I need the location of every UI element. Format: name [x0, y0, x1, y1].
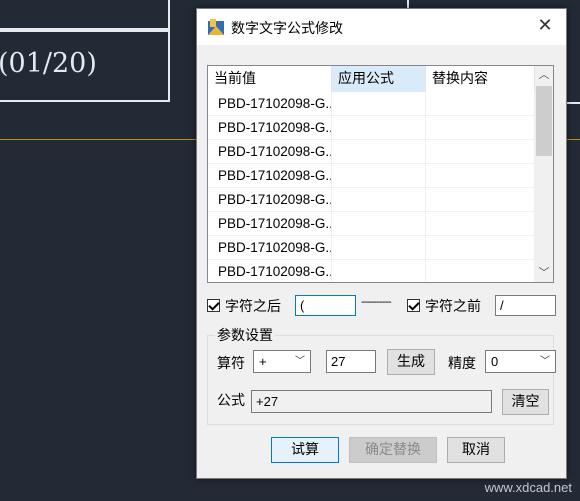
column-apply-formula[interactable]: 应用公式 — [332, 66, 426, 92]
table-row[interactable]: PBD-17102098-G... — [208, 260, 535, 282]
before-char-checkbox[interactable] — [407, 299, 420, 312]
cell-current: PBD-17102098-G... — [208, 260, 332, 282]
clear-button[interactable]: 清空 — [502, 389, 549, 415]
cell-current: PBD-17102098-G... — [208, 188, 332, 211]
after-char-checkbox[interactable] — [207, 299, 220, 312]
list-rows: PBD-17102098-G... PBD-17102098-G... PBD-17… — [208, 92, 535, 282]
value-list[interactable]: 当前值 应用公式 替换内容 PBD-17102098-G... PBD-17102… — [207, 65, 554, 283]
cancel-button[interactable]: 取消 — [447, 437, 505, 463]
cell-replace — [426, 164, 535, 187]
cell-current: PBD-17102098-G... — [208, 236, 332, 259]
cell-formula — [332, 188, 426, 211]
chevron-down-icon: ﹀ — [295, 356, 305, 367]
cell-formula — [332, 260, 426, 282]
column-replace-content[interactable]: 替换内容 — [426, 66, 535, 92]
table-row[interactable]: PBD-17102098-G... — [208, 116, 535, 140]
scroll-thumb[interactable] — [536, 86, 552, 156]
list-header: 当前值 应用公式 替换内容 — [208, 66, 535, 92]
column-current-value[interactable]: 当前值 — [208, 66, 332, 92]
table-row[interactable]: PBD-17102098-G... — [208, 212, 535, 236]
cell-current: PBD-17102098-G... — [208, 92, 332, 115]
table-row[interactable]: PBD-17102098-G... — [208, 188, 535, 212]
cell-formula — [332, 92, 426, 115]
cell-replace — [426, 212, 535, 235]
before-char-label: 字符之前 — [425, 299, 481, 315]
params-group-title: 参数设置 — [215, 325, 275, 345]
close-icon[interactable]: ✕ — [534, 15, 556, 37]
cad-drawing-text: (01/20) — [0, 48, 97, 79]
trial-button[interactable]: 试算 — [271, 437, 339, 463]
operator-select[interactable]: + ﹀ — [253, 350, 311, 373]
list-scrollbar[interactable]: ︿ ﹀ — [535, 66, 553, 282]
confirm-replace-button[interactable]: 确定替换 — [349, 437, 437, 463]
cell-formula — [332, 212, 426, 235]
cell-replace — [426, 140, 535, 163]
precision-label: 精度 — [448, 356, 476, 372]
cell-replace — [426, 116, 535, 139]
operator-value: + — [259, 354, 267, 369]
formula-label: 公式 — [217, 393, 245, 409]
app-icon — [207, 18, 225, 36]
cell-replace — [426, 260, 535, 282]
formula-dialog: 数字文字公式修改 ✕ 当前值 应用公式 替换内容 PBD-17102098-G.… — [196, 8, 567, 479]
before-char-input[interactable]: / — [495, 295, 556, 316]
cell-current: PBD-17102098-G... — [208, 140, 332, 163]
after-char-label: 字符之后 — [225, 299, 281, 315]
table-row[interactable]: PBD-17102098-G... — [208, 92, 535, 116]
precision-select[interactable]: 0 ﹀ — [485, 350, 556, 373]
title-bar[interactable]: 数字文字公式修改 ✕ — [197, 9, 566, 45]
precision-value: 0 — [491, 354, 499, 369]
cell-replace — [426, 92, 535, 115]
scroll-down-icon[interactable]: ﹀ — [535, 264, 553, 282]
operator-label: 算符 — [217, 356, 245, 372]
cell-replace — [426, 236, 535, 259]
scroll-up-icon[interactable]: ︿ — [535, 66, 553, 84]
number-input[interactable]: 27 — [326, 350, 376, 373]
table-row[interactable]: PBD-17102098-G... — [208, 236, 535, 260]
table-row[interactable]: PBD-17102098-G... — [208, 140, 535, 164]
cad-frame-top — [0, 0, 170, 30]
cell-current: PBD-17102098-G... — [208, 116, 332, 139]
cell-formula — [332, 140, 426, 163]
cell-current: PBD-17102098-G... — [208, 164, 332, 187]
cell-formula — [332, 164, 426, 187]
formula-input[interactable]: +27 — [251, 390, 492, 413]
cell-current: PBD-17102098-G... — [208, 212, 332, 235]
watermark: www.xdcad.net — [484, 480, 572, 495]
separator-dashes: ---------- — [361, 295, 392, 308]
after-char-input[interactable]: ( — [295, 295, 356, 316]
generate-button[interactable]: 生成 — [387, 349, 435, 375]
cell-replace — [426, 188, 535, 211]
table-row[interactable]: PBD-17102098-G... — [208, 164, 535, 188]
dialog-title: 数字文字公式修改 — [231, 21, 343, 37]
cell-formula — [332, 236, 426, 259]
chevron-down-icon: ﹀ — [540, 356, 550, 367]
cell-formula — [332, 116, 426, 139]
